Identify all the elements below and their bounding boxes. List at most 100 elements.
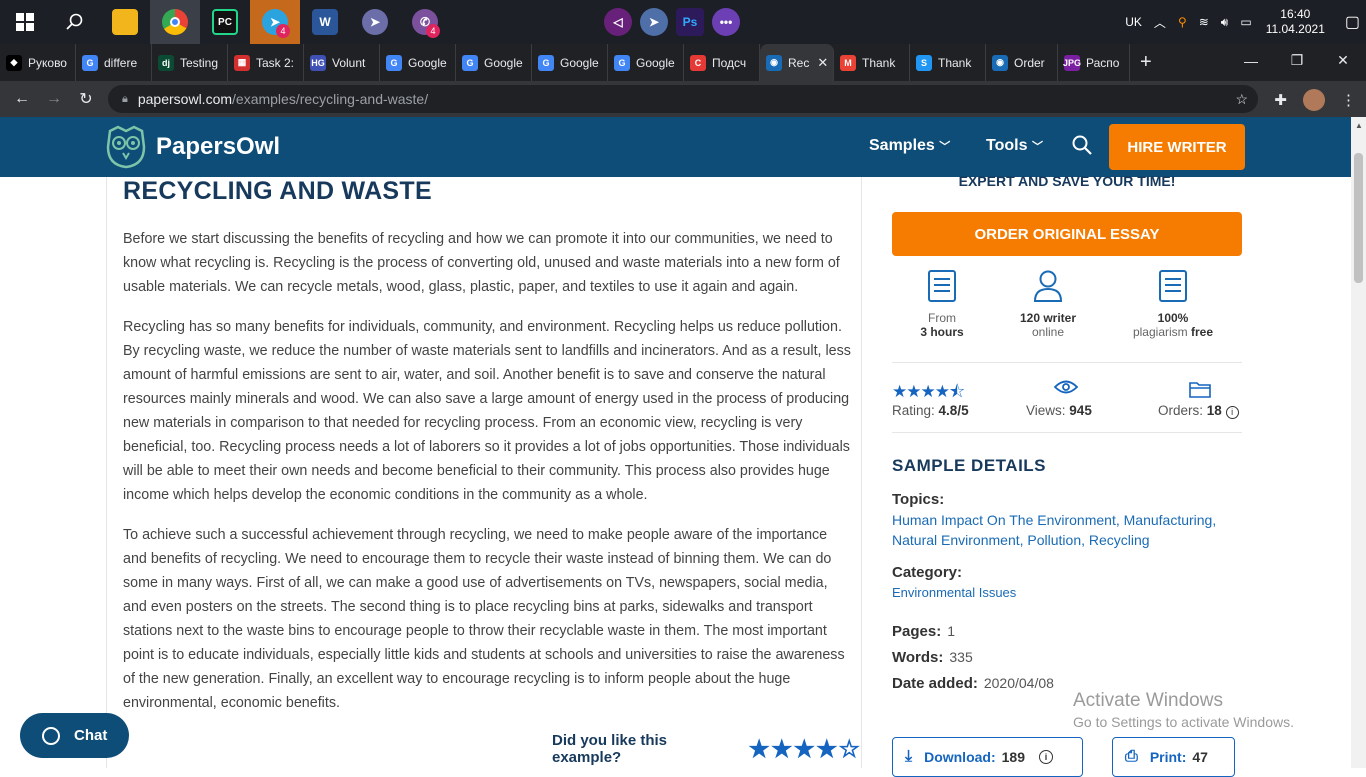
telegram-taskbar-icon[interactable]: ➤ 4 bbox=[250, 0, 300, 44]
bookmark-star-icon[interactable]: ☆ bbox=[1235, 91, 1248, 108]
download-button[interactable]: ⤓ Download: 189 i bbox=[892, 737, 1083, 777]
address-bar[interactable]: 🔒︎ papersowl.com/examples/recycling-and-… bbox=[108, 85, 1258, 113]
visual-studio-icon[interactable]: ◁ bbox=[604, 8, 632, 36]
topic-link[interactable]: Manufacturing bbox=[1124, 512, 1213, 528]
chevron-up-icon[interactable]: ︿ bbox=[1154, 14, 1166, 31]
menu-samples-label: Samples bbox=[869, 137, 935, 154]
profile-avatar[interactable] bbox=[1303, 89, 1325, 111]
new-tab-button[interactable]: + bbox=[1140, 51, 1152, 74]
browser-tab[interactable]: Gdiffere bbox=[76, 44, 152, 81]
hire-writer-button[interactable]: HIRE WRITER bbox=[1109, 124, 1245, 170]
notifications-icon[interactable]: ▢ bbox=[1345, 12, 1360, 32]
topic-link[interactable]: Natural Environment bbox=[892, 532, 1020, 548]
print-button[interactable]: ⎙ Print: 47 bbox=[1112, 737, 1235, 777]
topic-link[interactable]: Pollution bbox=[1027, 532, 1081, 548]
minimize-icon[interactable]: — bbox=[1228, 44, 1274, 77]
browser-tab[interactable]: HG Volunt bbox=[304, 44, 380, 81]
menu-samples[interactable]: Samples ﹀ bbox=[869, 137, 950, 155]
rating-value: 4.8/5 bbox=[938, 403, 969, 418]
feature-plagiarism-top: 100% bbox=[1157, 311, 1189, 325]
tab-label: Rec bbox=[788, 55, 810, 70]
volume-icon[interactable]: 🔊︎ bbox=[1221, 15, 1229, 30]
feedback-row: Did you like this example? ★★★★☆ bbox=[552, 732, 861, 766]
reload-icon[interactable]: ↻ bbox=[70, 89, 102, 109]
chrome-icon[interactable] bbox=[150, 0, 200, 44]
back-icon[interactable]: ← bbox=[6, 90, 38, 108]
more-apps-icon[interactable]: ••• bbox=[712, 8, 740, 36]
topic-link[interactable]: Human Impact On The Environment bbox=[892, 512, 1116, 528]
tab-label: Распо bbox=[1086, 55, 1120, 70]
extensions-icon[interactable]: ✚ bbox=[1274, 91, 1287, 109]
wifi-icon[interactable]: ≋ bbox=[1199, 15, 1209, 29]
pages-row: Pages: 1 bbox=[892, 623, 955, 640]
browser-tab[interactable]: ◆ Руково bbox=[0, 44, 76, 81]
telegram-icon[interactable]: ➤ bbox=[640, 8, 668, 36]
browser-tab[interactable]: G Google bbox=[532, 44, 608, 81]
browser-tab[interactable]: ▦ Task 2: bbox=[228, 44, 304, 81]
menu-kebab-icon[interactable]: ⋮ bbox=[1341, 91, 1356, 109]
chat-button[interactable]: Chat bbox=[20, 713, 129, 758]
clock[interactable]: 16:40 11.04.2021 bbox=[1266, 7, 1325, 37]
info-icon[interactable]: i bbox=[1225, 406, 1239, 419]
user-icon bbox=[1033, 270, 1063, 302]
menu-tools[interactable]: Tools ﹀ bbox=[986, 137, 1043, 155]
feedback-question: Did you like this example? bbox=[552, 732, 668, 766]
browser-tab[interactable]: JPG Распо bbox=[1058, 44, 1130, 81]
tab-close-icon[interactable]: ✕ bbox=[817, 55, 828, 71]
category-link[interactable]: Environmental Issues bbox=[892, 583, 1222, 603]
browser-tab[interactable]: C Подсч bbox=[684, 44, 760, 81]
print-label: Print: bbox=[1149, 749, 1187, 765]
feature-plagiarism-bottom: plagiarism bbox=[1132, 325, 1188, 339]
download-count: 189 bbox=[1001, 749, 1025, 765]
date-label: Date added: bbox=[892, 675, 978, 692]
tab-favicon-icon: ◉ bbox=[992, 54, 1008, 71]
topic-link[interactable]: Recycling bbox=[1089, 532, 1150, 548]
tab-label: differe bbox=[104, 55, 138, 70]
clock-time: 16:40 bbox=[1280, 7, 1311, 21]
feature-writers-top: 120 writer bbox=[1019, 311, 1077, 325]
browser-tab[interactable]: ◉ Order bbox=[986, 44, 1058, 81]
restore-icon[interactable]: ❐ bbox=[1274, 44, 1320, 77]
browser-tab[interactable]: M Thank bbox=[834, 44, 910, 81]
order-essay-button[interactable]: ORDER ORIGINAL ESSAY bbox=[892, 212, 1242, 256]
pages-value: 1 bbox=[947, 623, 955, 639]
scrollbar-thumb[interactable] bbox=[1354, 153, 1363, 283]
forward-icon[interactable]: → bbox=[38, 90, 70, 108]
feature-plagiarism-free: free bbox=[1191, 325, 1214, 339]
browser-tab[interactable]: ◉ Rec ✕ bbox=[760, 44, 834, 81]
file-explorer-icon[interactable] bbox=[100, 0, 150, 44]
date-row: Date added: 2020/04/08 bbox=[892, 675, 1054, 692]
rate-stars-icon[interactable]: ★★★★☆ bbox=[748, 735, 861, 764]
site-search-icon[interactable] bbox=[1072, 135, 1092, 160]
pycharm-icon[interactable]: PC bbox=[200, 0, 250, 44]
telegram-icon[interactable]: ➤ bbox=[350, 0, 400, 44]
lock-icon[interactable]: 🔒︎ bbox=[122, 93, 128, 106]
site-logo[interactable]: PapersOwl bbox=[106, 125, 280, 169]
search-icon[interactable] bbox=[50, 0, 100, 44]
pages-label: Pages: bbox=[892, 623, 942, 640]
toolbar-right: ✚ ⋮ bbox=[1274, 89, 1356, 111]
browser-tab[interactable]: G Google bbox=[608, 44, 684, 81]
pinned-apps: ◁ ➤ Ps ••• bbox=[604, 8, 740, 36]
browser-tab[interactable]: G Google bbox=[456, 44, 532, 81]
viber-icon[interactable]: ✆ 4 bbox=[400, 0, 450, 44]
browser-tab[interactable]: S Thank bbox=[910, 44, 986, 81]
windows-start-icon[interactable] bbox=[0, 0, 50, 44]
word-icon[interactable]: W bbox=[300, 0, 350, 44]
browser-tab[interactable]: dj Testing bbox=[152, 44, 228, 81]
page-scrollbar[interactable]: ▲ bbox=[1351, 117, 1366, 768]
browser-tab[interactable]: G Google bbox=[380, 44, 456, 81]
tab-favicon-icon: JPG bbox=[1063, 54, 1081, 71]
feature-writers: 120 writer online bbox=[993, 269, 1103, 339]
info-icon[interactable]: i bbox=[1038, 750, 1053, 764]
tab-favicon-icon: G bbox=[386, 54, 402, 71]
battery-icon[interactable]: ▭ bbox=[1240, 15, 1251, 29]
tab-list: ◆ Руково Gdiffere dj Testing ▦ Task 2: HG Volunt… bbox=[0, 44, 1130, 81]
language-indicator[interactable]: UK bbox=[1125, 15, 1142, 29]
owl-logo-icon bbox=[106, 125, 146, 169]
photoshop-icon[interactable]: Ps bbox=[676, 8, 704, 36]
close-window-icon[interactable]: ✕ bbox=[1320, 44, 1366, 77]
search-tray-icon[interactable]: ⚲ bbox=[1178, 15, 1187, 29]
words-row: Words: 335 bbox=[892, 649, 973, 666]
scroll-up-icon[interactable]: ▲ bbox=[1355, 121, 1363, 130]
